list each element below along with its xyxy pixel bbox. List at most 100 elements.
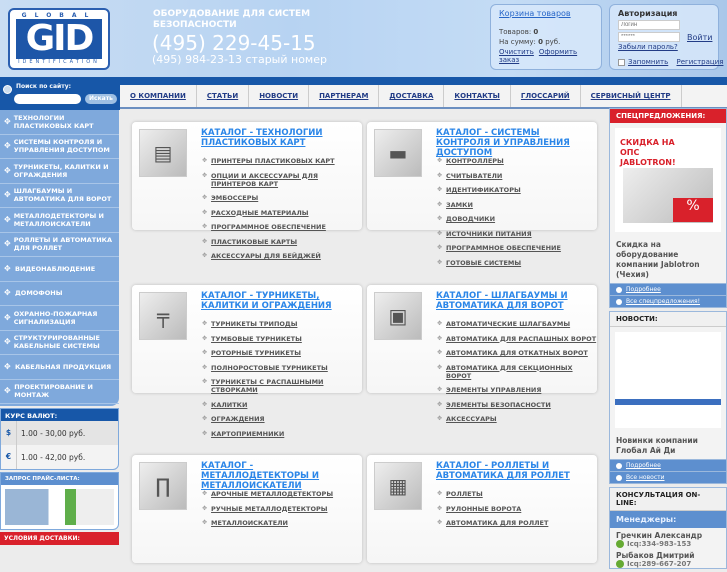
catalog-link[interactable]: ЭЛЕМЕНТЫ БЕЗОПАСНОСТИ [446, 401, 551, 409]
price-request-box[interactable]: ЗАПРОС ПРАЙС-ЛИСТА: [0, 472, 119, 530]
catalog-link[interactable]: АВТОМАТИКА ДЛЯ РАСПАШНЫХ ВОРОТ [446, 335, 596, 343]
garage-icon[interactable]: ▦ [374, 462, 422, 510]
catalog-title[interactable]: КАТАЛОГ - МЕТАЛЛОДЕТЕКТОРЫ И МЕТАЛЛОИСКА… [201, 461, 361, 491]
price-list-image[interactable] [5, 489, 114, 525]
sidebar-item[interactable]: ✥ ТЕХНОЛОГИИ ПЛАСТИКОВЫХ КАРТ [0, 110, 119, 135]
barrier-icon[interactable]: ▣ [374, 292, 422, 340]
catalog-link[interactable]: РОТОРНЫЕ ТУРНИКЕТЫ [211, 349, 301, 357]
catalog-link[interactable]: КАРТОПРИЕМНИКИ [211, 430, 284, 438]
news-more-link[interactable]: Подробнее [626, 462, 661, 469]
catalog-link-item: ЭЛЕМЕНТЫ БЕЗОПАСНОСТИ [437, 401, 597, 409]
catalog-link[interactable]: ЗАМКИ [446, 201, 473, 209]
catalog-link[interactable]: РАСХОДНЫЕ МАТЕРИАЛЫ [211, 209, 309, 217]
catalog-title[interactable]: КАТАЛОГ - ШЛАГБАУМЫ И АВТОМАТИКА ДЛЯ ВОР… [436, 291, 596, 311]
catalog-link[interactable]: АВТОМАТИКА ДЛЯ РОЛЛЕТ [446, 519, 548, 527]
diamond-icon: ✥ [4, 239, 11, 249]
nav-item[interactable]: О КОМПАНИИ [120, 85, 197, 107]
manager-icq[interactable]: Icq:289-667-207 [627, 560, 691, 568]
catalog-link-item: АВТОМАТИКА ДЛЯ ОТКАТНЫХ ВОРОТ [437, 349, 597, 357]
catalog-link[interactable]: ОГРАЖДЕНИЯ [211, 415, 265, 423]
cart-link[interactable]: Корзина товаров [499, 9, 571, 18]
nav-item[interactable]: КОНТАКТЫ [444, 85, 511, 107]
catalog-link[interactable]: ПОЛНОРОСТОВЫЕ ТУРНИКЕТЫ [211, 364, 328, 372]
all-specials-link[interactable]: Все спецпредложения! [626, 298, 700, 305]
catalog-link-item: ПРОГРАММНОЕ ОБЕСПЕЧЕНИЕ [437, 244, 597, 252]
currency-row: $1.00 - 30,00 руб. [1, 421, 118, 445]
forgot-password-link[interactable]: Забыли пароль? [618, 43, 678, 51]
catalog-link[interactable]: АКСЕССУАРЫ [446, 415, 497, 423]
catalog-link[interactable]: ГОТОВЫЕ СИСТЕМЫ [446, 259, 521, 267]
sidebar-item[interactable]: ✥ ТУРНИКЕТЫ, КАЛИТКИ И ОГРАЖДЕНИЯ [0, 159, 119, 184]
sidebar-item[interactable]: ✥ РОЛЛЕТЫ И АВТОМАТИКА ДЛЯ РОЛЛЕТ [0, 233, 119, 257]
special-more-link[interactable]: Подробнее [626, 286, 661, 293]
sidebar-item[interactable]: ✥ ОХРАННО-ПОЖАРНАЯ СИГНАЛИЗАЦИЯ [0, 306, 119, 331]
sidebar-item[interactable]: ✥ МЕТАЛЛОДЕТЕКТОРЫ И МЕТАЛЛОИСКАТЕЛИ [0, 208, 119, 233]
catalog-link[interactable]: ИСТОЧНИКИ ПИТАНИЯ [446, 230, 532, 238]
login-input[interactable] [618, 20, 680, 30]
catalog-link[interactable]: РОЛЛЕТЫ [446, 490, 483, 498]
nav-item[interactable]: ГЛОССАРИЙ [511, 85, 581, 107]
catalog-link[interactable]: ТУРНИКЕТЫ С РАСПАШНЫМИ СТВОРКАМИ [211, 378, 362, 394]
catalog-link[interactable]: СЧИТЫВАТЕЛИ [446, 172, 502, 180]
nav-item[interactable]: ПАРТНЕРАМ [309, 85, 380, 107]
catalog-link[interactable]: АВТОМАТИЧЕСКИЕ ШЛАГБАУМЫ [446, 320, 570, 328]
catalog-link[interactable]: ПРОГРАММНОЕ ОБЕСПЕЧЕНИЕ [211, 223, 326, 231]
catalog-title[interactable]: КАТАЛОГ - СИСТЕМЫ КОНТРОЛЯ И УПРАВЛЕНИЯ … [436, 128, 596, 158]
nav-item[interactable]: НОВОСТИ [249, 85, 310, 107]
catalog-link[interactable]: ТУМБОВЫЕ ТУРНИКЕТЫ [211, 335, 302, 343]
catalog-link[interactable]: ДОВОДЧИКИ [446, 215, 495, 223]
catalog-title[interactable]: КАТАЛОГ - ТЕХНОЛОГИИ ПЛАСТИКОВЫХ КАРТ [201, 128, 361, 148]
special-banner[interactable]: СКИДКА НА ОПС JABLOTRON! % [615, 128, 721, 232]
catalog-link[interactable]: АВТОМАТИКА ДЛЯ ОТКАТНЫХ ВОРОТ [446, 349, 588, 357]
sidebar-item[interactable]: ✥ СИСТЕМЫ КОНТРОЛЯ И УПРАВЛЕНИЯ ДОСТУПОМ [0, 135, 119, 159]
logo[interactable]: GLOBAL GID IDENTIFICATION [8, 8, 110, 70]
catalog-link[interactable]: ЭМБОССЕРЫ [211, 194, 258, 202]
sidebar-item[interactable]: ✥ ВИДЕОНАБЛЮДЕНИЕ [0, 257, 119, 282]
news-image[interactable] [615, 332, 721, 428]
nav-item[interactable]: СТАТЬИ [197, 85, 250, 107]
catalog-link[interactable]: КАЛИТКИ [211, 401, 247, 409]
catalog-link[interactable]: АКСЕССУАРЫ ДЛЯ БЕЙДЖЕЙ [211, 252, 321, 260]
sidebar-item[interactable]: ✥ ШЛАГБАУМЫ И АВТОМАТИКА ДЛЯ ВОРОТ [0, 184, 119, 208]
delivery-title[interactable]: УСЛОВИЯ ДОСТАВКИ: [0, 532, 119, 545]
catalog-link[interactable]: ТУРНИКЕТЫ ТРИПОДЫ [211, 320, 297, 328]
catalog-link-item: АКСЕССУАРЫ [437, 415, 597, 423]
clear-cart-link[interactable]: Очистить [499, 48, 534, 56]
catalog-link[interactable]: ОПЦИИ И АКСЕССУАРЫ ДЛЯ ПРИНТЕРОВ КАРТ [211, 172, 362, 188]
sidebar-item[interactable]: ✥ ПРОЕКТИРОВАНИЕ И МОНТАЖ [0, 380, 119, 404]
all-news-link[interactable]: Все новости [626, 474, 665, 481]
card-printer-icon[interactable]: ▤ [139, 129, 187, 177]
catalog-link[interactable]: ЭЛЕМЕНТЫ УПРАВЛЕНИЯ [446, 386, 541, 394]
nav-item[interactable]: СЕРВИСНЫЙ ЦЕНТР [581, 85, 682, 107]
cart-items: Товаров: 0 [499, 28, 593, 36]
metal-detector-icon[interactable]: ∏ [139, 462, 187, 510]
login-button[interactable]: Войти [687, 33, 712, 42]
catalog-title[interactable]: КАТАЛОГ - РОЛЛЕТЫ И АВТОМАТИКА ДЛЯ РОЛЛЕ… [436, 461, 596, 481]
catalog-link-item: РОТОРНЫЕ ТУРНИКЕТЫ [202, 349, 362, 357]
diamond-icon: ✥ [4, 190, 11, 200]
lock-icon[interactable]: ▬ [374, 129, 422, 177]
manager-icq[interactable]: Icq:334-983-153 [627, 540, 691, 548]
password-input[interactable] [618, 32, 680, 42]
catalog-link[interactable]: АРОЧНЫЕ МЕТАЛЛОДЕТЕКТОРЫ [211, 490, 333, 498]
catalog-link[interactable]: ПРИНТЕРЫ ПЛАСТИКОВЫХ КАРТ [211, 157, 335, 165]
catalog-link[interactable]: КОНТРОЛЛЕРЫ [446, 157, 504, 165]
turnstile-icon[interactable]: ╤ [139, 292, 187, 340]
catalog-link[interactable]: МЕТАЛЛОИСКАТЕЛИ [211, 519, 288, 527]
register-link[interactable]: Регистрация [676, 58, 723, 66]
catalog-link[interactable]: АВТОМАТИКА ДЛЯ СЕКЦИОННЫХ ВОРОТ [446, 364, 597, 380]
sidebar-item[interactable]: ✥ КАБЕЛЬНАЯ ПРОДУКЦИЯ [0, 355, 119, 380]
sidebar-item[interactable]: ✥ СТРУКТУРИРОВАННЫЕ КАБЕЛЬНЫЕ СИСТЕМЫ [0, 331, 119, 355]
search-input[interactable] [14, 94, 81, 104]
catalog-link[interactable]: ПЛАСТИКОВЫЕ КАРТЫ [211, 238, 297, 246]
catalog-link[interactable]: ПРОГРАММНОЕ ОБЕСПЕЧЕНИЕ [446, 244, 561, 252]
catalog-title[interactable]: КАТАЛОГ - ТУРНИКЕТЫ, КАЛИТКИ И ОГРАЖДЕНИ… [201, 291, 361, 311]
catalog-link[interactable]: ИДЕНТИФИКАТОРЫ [446, 186, 521, 194]
catalog-link[interactable]: РУЧНЫЕ МЕТАЛЛОДЕТЕКТОРЫ [211, 505, 327, 513]
remember-checkbox[interactable] [618, 58, 625, 66]
catalog-link[interactable]: РУЛОННЫЕ ВОРОТА [446, 505, 521, 513]
nav-item[interactable]: ДОСТАВКА [379, 85, 445, 107]
search-button[interactable]: Искать [85, 94, 117, 104]
sidebar-item[interactable]: ✥ ДОМОФОНЫ [0, 282, 119, 306]
remember-label[interactable]: Запомнить [628, 58, 668, 66]
